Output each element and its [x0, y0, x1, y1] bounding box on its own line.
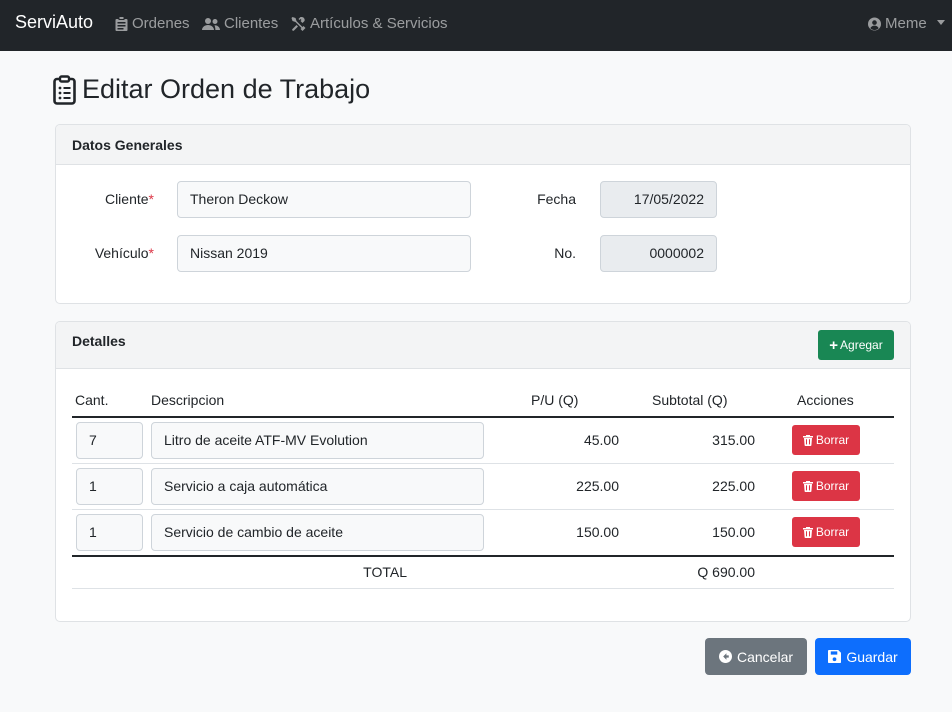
- row-unit-price: 45.00: [583, 432, 619, 448]
- row-description-input[interactable]: Servicio a caja automática: [151, 468, 484, 505]
- row-subtotal: 315.00: [712, 432, 755, 448]
- row-subtotal: 150.00: [712, 524, 755, 540]
- delete-label: Borrar: [815, 479, 850, 493]
- total-divider: [72, 588, 894, 589]
- top-navbar: ServiAuto Ordenes Clientes Artículos & S…: [0, 0, 952, 51]
- add-item-label: Agregar: [840, 338, 883, 352]
- delete-label: Borrar: [815, 433, 850, 447]
- details-header: Detalles + Agregar: [56, 322, 910, 369]
- row-divider: [72, 463, 894, 464]
- page-title-text: Editar Orden de Trabajo: [82, 74, 371, 104]
- delete-row-button[interactable]: Borrar: [792, 517, 860, 547]
- delete-label: Borrar: [815, 525, 850, 539]
- row-qty-input[interactable]: 1: [76, 514, 143, 551]
- arrow-circle-left-icon: [718, 650, 732, 663]
- cliente-input[interactable]: Theron Deckow: [177, 181, 471, 218]
- nav-item-ordenes[interactable]: Ordenes: [115, 15, 190, 32]
- save-button[interactable]: Guardar: [815, 638, 911, 675]
- row-unit-price: 225.00: [576, 478, 619, 494]
- clipboard-list-icon: [53, 74, 76, 105]
- table-header-divider: [72, 416, 894, 418]
- vehiculo-label: Vehículo*: [80, 245, 154, 261]
- row-description-input[interactable]: Servicio de cambio de aceite: [151, 514, 484, 551]
- users-icon: [202, 17, 220, 30]
- column-header-unit-price: P/U (Q): [531, 392, 579, 408]
- trash-icon: [802, 480, 813, 492]
- add-item-button[interactable]: + Agregar: [818, 330, 894, 360]
- no-label: No.: [554, 245, 576, 261]
- row-unit-price: 150.00: [576, 524, 619, 540]
- row-divider: [72, 509, 894, 510]
- required-mark: *: [148, 191, 154, 207]
- nav-item-label: Ordenes: [132, 15, 190, 32]
- details-header-text: Detalles: [72, 333, 126, 349]
- tools-icon: [291, 16, 306, 31]
- row-qty-input[interactable]: 1: [76, 468, 143, 505]
- vehiculo-label-text: Vehículo: [94, 245, 149, 261]
- fecha-field: 17/05/2022: [600, 181, 717, 218]
- row-description-input[interactable]: Litro de aceite ATF-MV Evolution: [151, 422, 484, 459]
- delete-row-button[interactable]: Borrar: [792, 471, 860, 501]
- row-qty-input[interactable]: 7: [76, 422, 143, 459]
- nav-item-articulos[interactable]: Artículos & Servicios: [291, 15, 448, 32]
- column-header-subtotal: Subtotal (Q): [652, 392, 728, 408]
- save-label: Guardar: [846, 648, 898, 665]
- column-header-qty: Cant.: [75, 392, 109, 408]
- save-icon: [828, 650, 842, 663]
- user-circle-icon: [868, 17, 881, 30]
- row-subtotal: 225.00: [712, 478, 755, 494]
- total-value: Q 690.00: [697, 564, 755, 580]
- vehiculo-input[interactable]: Nissan 2019: [177, 235, 471, 272]
- table-footer-divider: [72, 555, 894, 557]
- cancel-button[interactable]: Cancelar: [705, 638, 807, 675]
- cliente-label: Cliente*: [90, 191, 154, 207]
- cancel-label: Cancelar: [736, 648, 794, 665]
- column-header-description: Descripcion: [151, 392, 225, 408]
- trash-icon: [802, 434, 813, 446]
- total-label: TOTAL: [363, 564, 407, 580]
- brand-link[interactable]: ServiAuto: [15, 12, 93, 33]
- delete-row-button[interactable]: Borrar: [792, 425, 860, 455]
- required-mark: *: [148, 245, 154, 261]
- user-menu[interactable]: Meme: [868, 15, 945, 32]
- fecha-label: Fecha: [537, 191, 576, 207]
- user-menu-label: Meme: [885, 15, 927, 32]
- column-header-actions: Acciones: [797, 392, 854, 408]
- plus-icon: +: [829, 336, 839, 354]
- page-title: Editar Orden de Trabajo: [53, 74, 370, 105]
- caret-down-icon: [936, 20, 945, 25]
- cliente-label-text: Cliente: [104, 191, 149, 207]
- nav-item-label: Clientes: [224, 15, 279, 32]
- order-number-field: 0000002: [600, 235, 717, 272]
- trash-icon: [802, 526, 813, 538]
- nav-item-clientes[interactable]: Clientes: [202, 15, 278, 32]
- clipboard-icon: [115, 16, 128, 31]
- nav-item-label: Artículos & Servicios: [310, 15, 448, 32]
- general-data-header: Datos Generales: [56, 125, 910, 165]
